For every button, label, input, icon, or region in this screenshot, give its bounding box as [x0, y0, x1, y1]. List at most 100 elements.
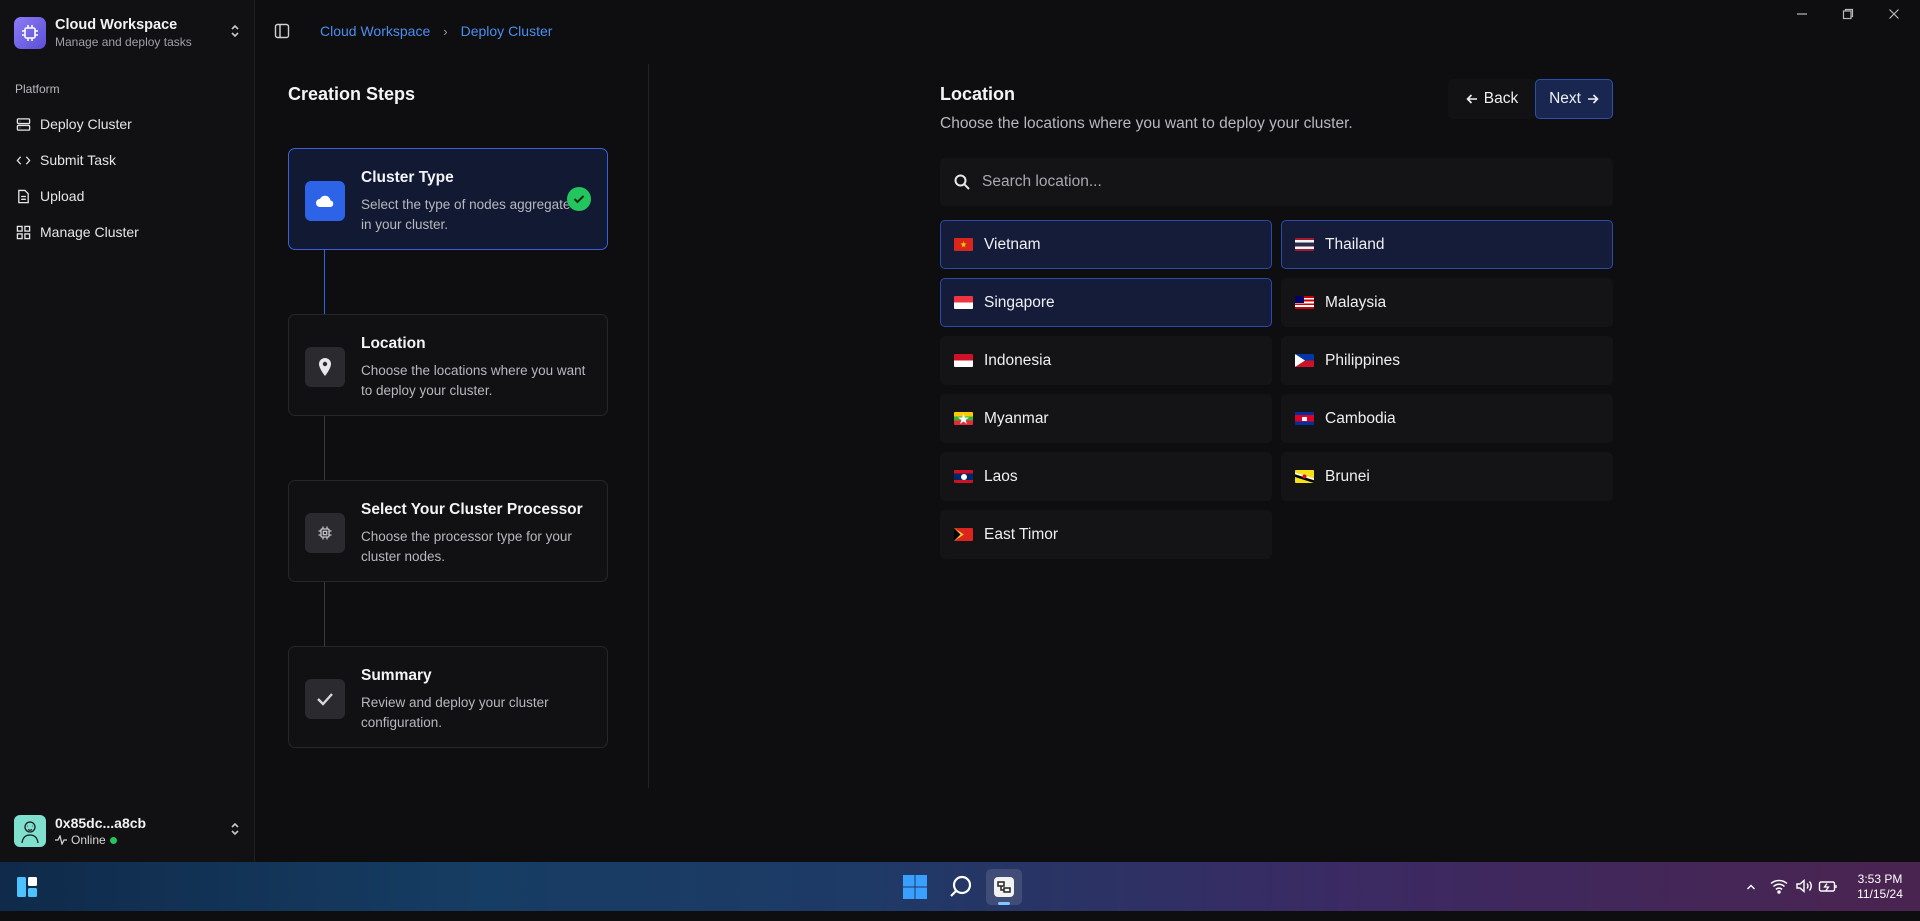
- sidebar-toggle-icon[interactable]: [274, 23, 290, 39]
- sidebar-item-submit-task[interactable]: Submit Task: [0, 142, 255, 178]
- back-button[interactable]: Back: [1448, 79, 1536, 119]
- server-icon: [16, 117, 31, 131]
- file-icon: [18, 189, 29, 203]
- breadcrumb-item-deploy-cluster[interactable]: Deploy Cluster: [461, 23, 553, 39]
- volume-icon[interactable]: [1795, 878, 1813, 894]
- country-label: Singapore: [984, 293, 1055, 311]
- sidebar-item-manage-cluster[interactable]: Manage Cluster: [0, 214, 255, 250]
- avatar: [14, 815, 46, 847]
- steps-title: Creation Steps: [288, 84, 416, 104]
- flag-indonesia-icon: [954, 354, 973, 367]
- arrow-right-icon: [1587, 94, 1599, 104]
- wifi-icon[interactable]: [1770, 878, 1788, 894]
- flag-myanmar-icon: [954, 412, 973, 425]
- step-title: Location: [361, 335, 426, 352]
- step-title: Select Your Cluster Processor: [361, 501, 583, 518]
- workspace-switcher[interactable]: Cloud Workspace Manage and deploy tasks: [14, 14, 242, 52]
- page-title: Location: [940, 84, 1015, 104]
- country-option-laos[interactable]: Laos: [940, 452, 1272, 501]
- sidebar-item-upload[interactable]: Upload: [0, 178, 255, 214]
- country-option-thailand[interactable]: Thailand: [1281, 220, 1613, 269]
- country-option-singapore[interactable]: Singapore: [940, 278, 1272, 327]
- sidebar-item-label: Upload: [40, 188, 85, 204]
- flag-east-timor-icon: [954, 528, 973, 541]
- user-menu[interactable]: 0x85dc...a8cb Online: [14, 812, 242, 850]
- step-cluster-type[interactable]: Cluster Type Select the type of nodes ag…: [288, 148, 608, 250]
- country-option-indonesia[interactable]: Indonesia: [940, 336, 1272, 385]
- chevrons-up-down-icon[interactable]: [228, 23, 242, 43]
- grid-icon: [16, 225, 31, 239]
- country-option-philippines[interactable]: Philippines: [1281, 336, 1613, 385]
- divider: [648, 64, 649, 788]
- flag-malaysia-icon: [1295, 296, 1314, 309]
- next-button[interactable]: Next: [1535, 79, 1613, 119]
- user-status-label: Online: [71, 833, 106, 847]
- user-name: 0x85dc...a8cb: [55, 815, 147, 831]
- step-description: Choose the locations where you want to d…: [361, 363, 586, 398]
- taskbar: 3:53 PM 11/15/24: [0, 862, 1920, 911]
- workspace-logo-icon: [14, 17, 46, 49]
- step-processor[interactable]: Select Your Cluster Processor Choose the…: [288, 480, 608, 582]
- sidebar-item-label: Manage Cluster: [40, 224, 139, 240]
- country-label: Malaysia: [1325, 293, 1387, 311]
- step-title: Summary: [361, 667, 432, 684]
- status-dot: [109, 836, 117, 844]
- flag-thailand-icon: [1295, 238, 1314, 251]
- country-option-myanmar[interactable]: Myanmar: [940, 394, 1272, 443]
- step-description: Review and deploy your cluster configura…: [361, 695, 549, 730]
- widgets-icon[interactable]: [16, 876, 38, 898]
- restore-icon[interactable]: [1842, 8, 1854, 20]
- user-status: Online: [55, 833, 228, 847]
- step-complete-check-icon: [567, 187, 591, 211]
- sidebar-nav: Deploy Cluster Submit Task Upload Manage…: [0, 106, 255, 250]
- country-label: Laos: [984, 467, 1018, 485]
- app-window: Cloud Workspace Manage and deploy tasks …: [0, 0, 1920, 862]
- country-label: Brunei: [1325, 467, 1370, 485]
- country-label: Cambodia: [1325, 409, 1396, 427]
- breadcrumb-item-workspace[interactable]: Cloud Workspace: [320, 23, 430, 39]
- nav-section-label: Platform: [15, 82, 60, 96]
- country-option-brunei[interactable]: Brunei: [1281, 452, 1613, 501]
- country-option-vietnam[interactable]: Vietnam: [940, 220, 1272, 269]
- step-description: Select the type of nodes aggregated in y…: [361, 197, 578, 232]
- map-pin-icon: [305, 347, 345, 387]
- country-label: Thailand: [1325, 235, 1385, 253]
- system-clock[interactable]: 3:53 PM 11/15/24: [1850, 872, 1910, 921]
- sidebar-item-label: Deploy Cluster: [40, 116, 132, 132]
- chevrons-up-down-icon[interactable]: [228, 821, 242, 841]
- country-label: Myanmar: [984, 409, 1049, 427]
- country-option-east-timor[interactable]: East Timor: [940, 510, 1272, 559]
- windows-start-icon[interactable]: [902, 874, 928, 900]
- workspace-subtitle: Manage and deploy tasks: [55, 35, 192, 49]
- taskbar-app-active[interactable]: [986, 869, 1022, 905]
- activity-icon: [55, 835, 67, 845]
- country-option-malaysia[interactable]: Malaysia: [1281, 278, 1613, 327]
- breadcrumb: Cloud Workspace › Deploy Cluster: [320, 23, 552, 39]
- topbar: Cloud Workspace › Deploy Cluster: [256, 0, 1920, 62]
- search-icon[interactable]: [948, 874, 974, 900]
- sidebar: Cloud Workspace Manage and deploy tasks …: [0, 0, 255, 862]
- country-label: Indonesia: [984, 351, 1052, 369]
- close-icon[interactable]: [1888, 8, 1900, 20]
- country-list: Vietnam Thailand Singapore Malaysia Indo…: [940, 220, 1614, 559]
- clock-time: 3:53 PM: [1857, 872, 1903, 886]
- app-icon: [994, 877, 1014, 897]
- country-option-cambodia[interactable]: Cambodia: [1281, 394, 1613, 443]
- location-search: [940, 158, 1613, 206]
- cloud-icon: [305, 181, 345, 221]
- step-summary[interactable]: Summary Review and deploy your cluster c…: [288, 646, 608, 748]
- check-icon: [305, 679, 345, 719]
- step-location[interactable]: Location Choose the locations where you …: [288, 314, 608, 416]
- battery-charging-icon[interactable]: [1818, 877, 1838, 895]
- flag-brunei-icon: [1295, 470, 1314, 483]
- country-label: East Timor: [984, 525, 1059, 543]
- page-subtitle: Choose the locations where you want to d…: [940, 115, 1353, 132]
- back-button-label: Back: [1483, 90, 1519, 107]
- country-label: Vietnam: [984, 235, 1041, 253]
- minimize-icon[interactable]: [1796, 8, 1808, 20]
- sidebar-item-deploy-cluster[interactable]: Deploy Cluster: [0, 106, 255, 142]
- chevron-up-icon[interactable]: [1746, 882, 1756, 892]
- search-input[interactable]: [982, 173, 1582, 191]
- flag-vietnam-icon: [954, 238, 973, 251]
- step-description: Choose the processor type for your clust…: [361, 529, 572, 564]
